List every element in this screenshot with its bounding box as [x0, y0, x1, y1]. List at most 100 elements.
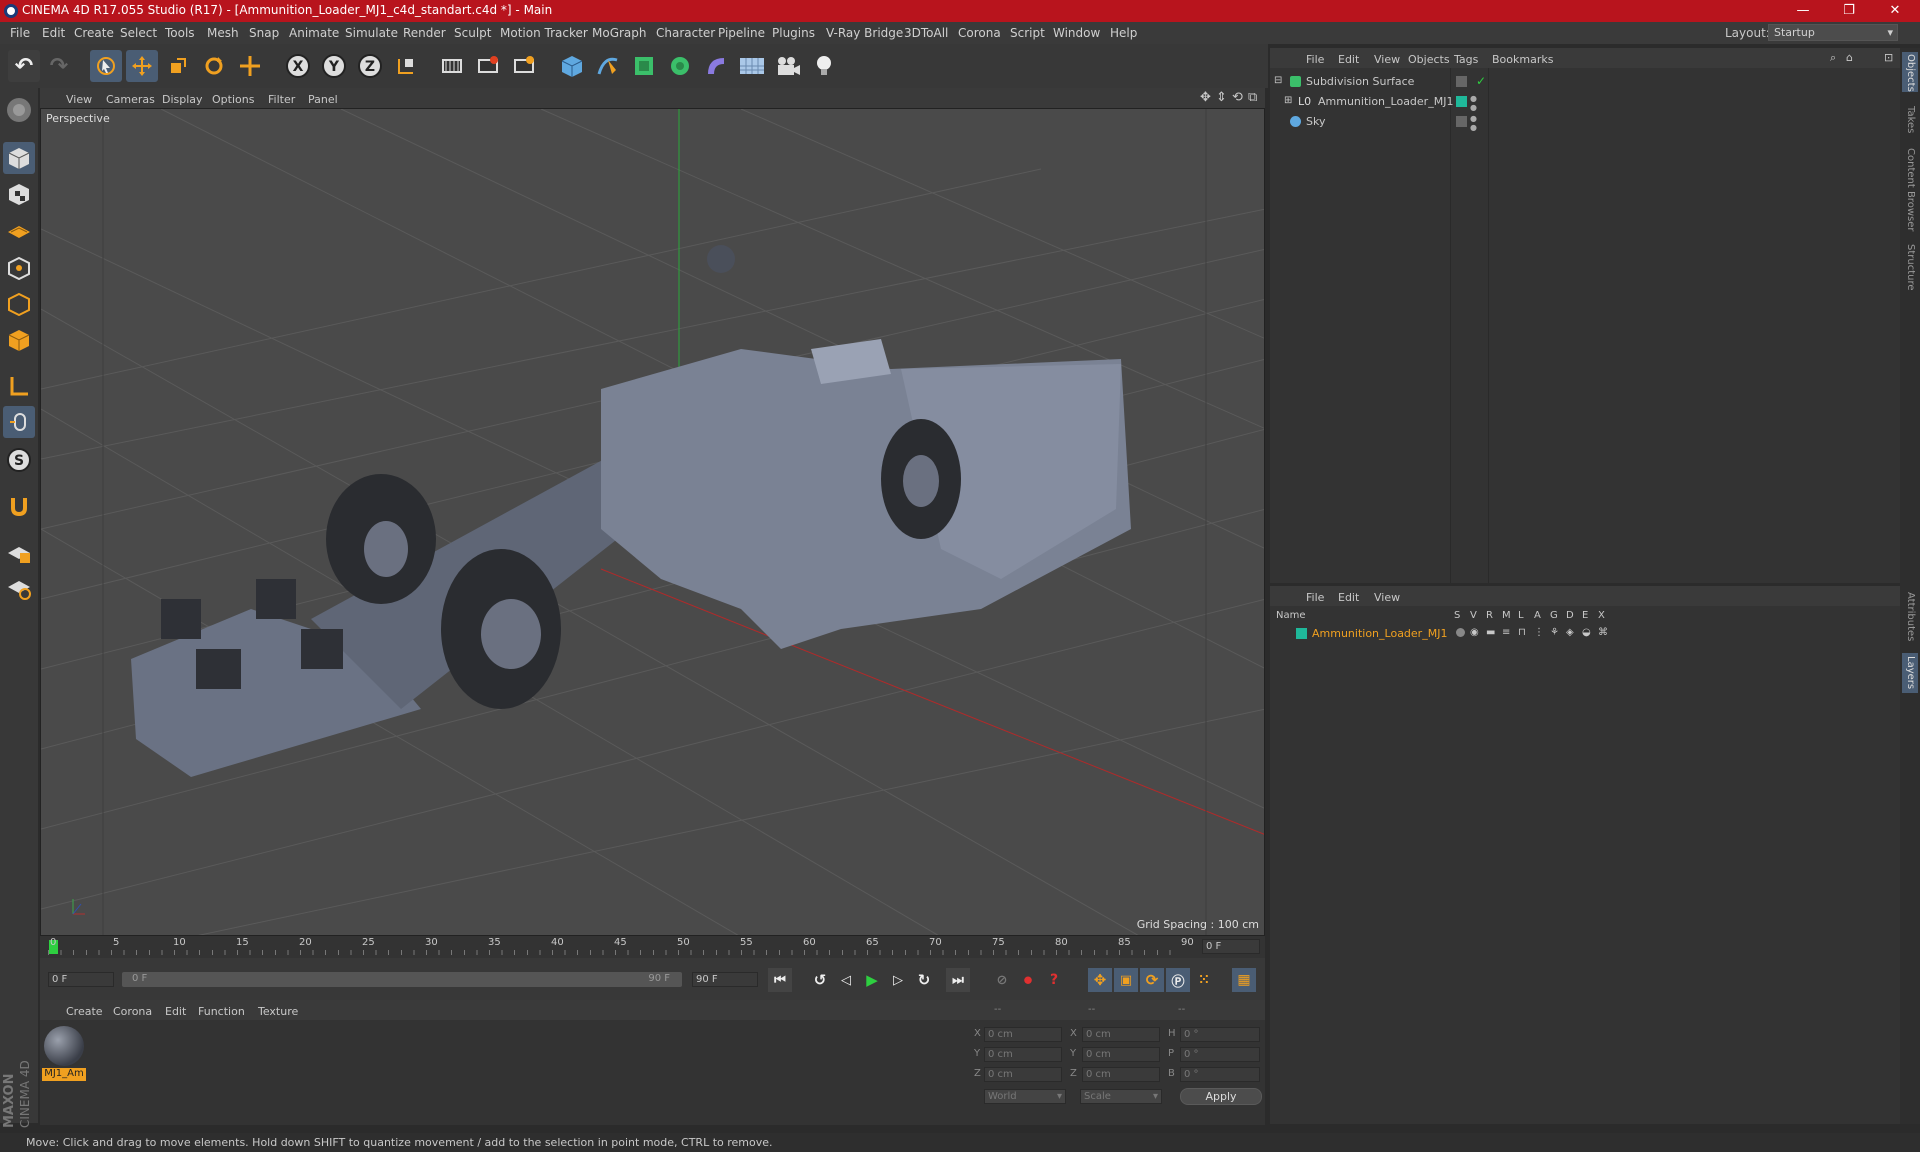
key-scale-icon[interactable]: ▣	[1114, 968, 1138, 992]
close-icon[interactable]: ✕	[1872, 0, 1918, 22]
menu-select[interactable]: Select	[120, 26, 157, 40]
layer-color-icon[interactable]	[1296, 628, 1307, 639]
menu-corona[interactable]: Corona	[958, 26, 1001, 40]
light-bulb-icon[interactable]	[808, 50, 840, 82]
model-mode-icon[interactable]	[3, 142, 35, 174]
rotation-p-field[interactable]: 0 °	[1180, 1047, 1260, 1062]
menu-window[interactable]: Window	[1053, 26, 1100, 40]
frame-range-slider[interactable]: 0 F 90 F	[122, 972, 682, 987]
menu-help[interactable]: Help	[1110, 26, 1137, 40]
render-picture-viewer-icon[interactable]	[472, 50, 504, 82]
visibility-dots-icon[interactable]: ● ●	[1470, 94, 1477, 112]
object-row-subdivision-surface[interactable]: ⊟ Subdivision Surface ✓	[1270, 74, 1900, 91]
tweak-mode-icon[interactable]	[3, 406, 35, 438]
go-to-end-icon[interactable]: ⏭	[946, 968, 970, 992]
coord-system-select[interactable]: World ▾	[984, 1089, 1066, 1104]
deformer-icon[interactable]: ◈	[1566, 627, 1574, 638]
layer-name[interactable]: Ammunition_Loader_MJ1	[1312, 627, 1447, 640]
floor-environment-icon[interactable]	[736, 50, 768, 82]
size-y-field[interactable]: 0 cm	[1082, 1047, 1160, 1062]
menu-vray-bridge[interactable]: V-Ray Bridge	[826, 26, 903, 40]
objmgr-menu-objects[interactable]: Objects	[1408, 53, 1450, 66]
menu-script[interactable]: Script	[1010, 26, 1045, 40]
spline-pen-icon[interactable]	[592, 50, 624, 82]
layer-menu-view[interactable]: View	[1374, 591, 1400, 604]
autokey-icon[interactable]: ⏺	[1016, 968, 1040, 992]
search-icon[interactable]: ⌕	[1830, 51, 1836, 65]
material-swatch[interactable]: MJ1_Am	[42, 1024, 86, 1081]
visibility-dots-icon[interactable]: ● ●	[1470, 114, 1477, 132]
layer-menu-edit[interactable]: Edit	[1338, 591, 1359, 604]
keyframe-selection-icon[interactable]: ?	[1042, 968, 1066, 992]
viewport-zoom-icon[interactable]: ⇕	[1216, 90, 1227, 105]
menu-plugins[interactable]: Plugins	[772, 26, 815, 40]
previous-frame-icon[interactable]: ◁	[834, 968, 858, 992]
object-row-ammunition-loader[interactable]: ⊞ L0 Ammunition_Loader_MJ1 ● ●	[1270, 94, 1900, 112]
material-menu-edit[interactable]: Edit	[165, 1005, 186, 1018]
view-eye-icon[interactable]: ◉	[1470, 627, 1479, 638]
render-view-icon[interactable]	[436, 50, 468, 82]
objmgr-menu-file[interactable]: File	[1306, 53, 1324, 66]
move-tool-icon[interactable]	[126, 50, 158, 82]
home-icon[interactable]: ⌂	[1846, 51, 1853, 64]
layer-row[interactable]: Ammunition_Loader_MJ1 ◉ ▬ ≡ ⊓ ⋮ ⚘ ◈ ◒ ⌘	[1270, 626, 1900, 642]
position-x-field[interactable]: 0 cm	[984, 1027, 1062, 1042]
x-axis-lock-icon[interactable]: X	[282, 50, 314, 82]
viewport-menu-display[interactable]: Display	[162, 93, 203, 106]
viewport-rotate-icon[interactable]: ⟲	[1232, 90, 1243, 105]
redo-icon[interactable]: ↷	[43, 50, 75, 82]
viewport-perspective[interactable]: Perspective Grid Spacing : 100 cm	[40, 108, 1265, 936]
end-frame-field[interactable]: 90 F	[692, 972, 758, 987]
timeline-ruler[interactable]: 0 5 10 15 20 25 30 35 40 45 50 55 60 65 …	[40, 936, 1265, 958]
position-y-field[interactable]: 0 cm	[984, 1047, 1062, 1062]
tab-attributes[interactable]: Attributes	[1905, 592, 1916, 641]
cube-primitive-icon[interactable]	[556, 50, 588, 82]
tab-content-browser[interactable]: Content Browser	[1905, 148, 1916, 231]
menu-motion-tracker[interactable]: Motion Tracker	[500, 26, 588, 40]
deformer-icon[interactable]	[700, 50, 732, 82]
viewport-maximize-icon[interactable]: ⧉	[1248, 90, 1257, 105]
tab-objects[interactable]: Objects	[1905, 54, 1916, 92]
rotation-b-field[interactable]: 0 °	[1180, 1067, 1260, 1082]
rotation-h-field[interactable]: 0 °	[1180, 1027, 1260, 1042]
texture-mode-icon[interactable]	[3, 178, 35, 210]
next-key-icon[interactable]: ↻	[912, 968, 936, 992]
play-icon[interactable]: ▶	[860, 968, 884, 992]
menu-simulate[interactable]: Simulate	[345, 26, 398, 40]
subdivision-surface-icon[interactable]	[628, 50, 660, 82]
objmgr-menu-bookmarks[interactable]: Bookmarks	[1492, 53, 1553, 66]
previous-key-icon[interactable]: ↺	[808, 968, 832, 992]
start-frame-field[interactable]: 0 F	[48, 972, 114, 987]
viewport-menu-view[interactable]: View	[66, 93, 92, 106]
minimize-icon[interactable]: —	[1780, 0, 1826, 22]
object-row-sky[interactable]: Sky ● ●	[1270, 114, 1900, 132]
y-axis-lock-icon[interactable]: Y	[318, 50, 350, 82]
viewport-pan-icon[interactable]: ✥	[1200, 90, 1211, 105]
generator-icon[interactable]: ⚘	[1550, 627, 1559, 638]
lock-workplane-icon[interactable]	[3, 536, 35, 568]
planar-workplane-icon[interactable]	[3, 572, 35, 604]
next-frame-icon[interactable]: ▷	[886, 968, 910, 992]
scale-tool-icon[interactable]	[162, 50, 194, 82]
live-selection-icon[interactable]	[234, 50, 266, 82]
menu-pipeline[interactable]: Pipeline	[718, 26, 765, 40]
animation-icon[interactable]: ⋮	[1534, 627, 1544, 638]
layer-color-icon[interactable]	[1456, 96, 1467, 107]
axis-mode-icon[interactable]	[3, 370, 35, 402]
viewport-menu-cameras[interactable]: Cameras	[106, 93, 155, 106]
material-menu-create[interactable]: Create	[66, 1005, 103, 1018]
rotate-tool-icon[interactable]	[198, 50, 230, 82]
viewport-menu-filter[interactable]: Filter	[268, 93, 295, 106]
key-position-icon[interactable]: ✥	[1088, 968, 1112, 992]
make-editable-icon[interactable]	[3, 94, 35, 126]
key-rotation-icon[interactable]: ⟳	[1140, 968, 1164, 992]
select-arrow-icon[interactable]	[90, 50, 122, 82]
size-z-field[interactable]: 0 cm	[1082, 1067, 1160, 1082]
menu-render[interactable]: Render	[403, 26, 446, 40]
viewport-menu-panel[interactable]: Panel	[308, 93, 338, 106]
objmgr-menu-view[interactable]: View	[1374, 53, 1400, 66]
key-pla-icon[interactable]: ⁙	[1192, 968, 1216, 992]
size-x-field[interactable]: 0 cm	[1082, 1027, 1160, 1042]
tab-layers[interactable]: Layers	[1905, 656, 1916, 689]
go-to-start-icon[interactable]: ⏮	[768, 968, 792, 992]
